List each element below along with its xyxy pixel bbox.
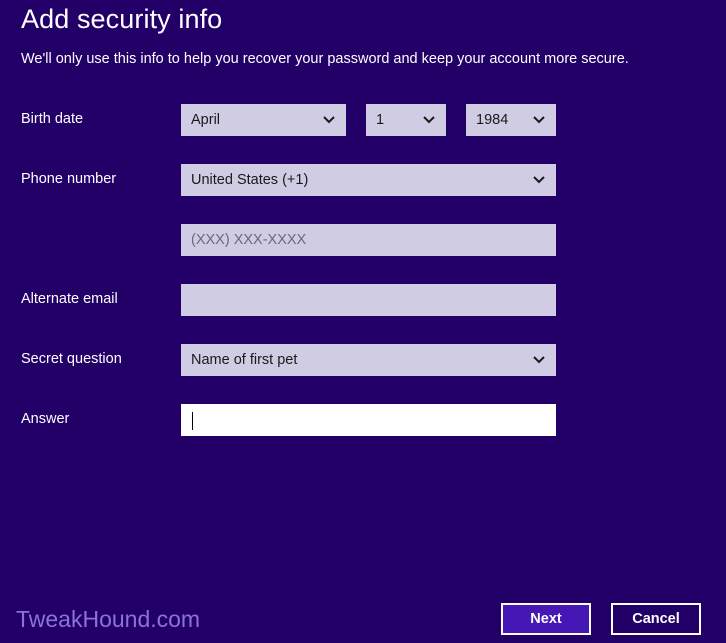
- watermark: TweakHound.com: [16, 606, 201, 632]
- phone-number-input[interactable]: (XXX) XXX-XXXX: [181, 224, 556, 256]
- secret-question-label: Secret question: [21, 351, 122, 367]
- secret-question-value: Name of first pet: [191, 352, 298, 368]
- secret-question-select[interactable]: Name of first pet: [181, 344, 556, 376]
- text-caret: [192, 412, 193, 430]
- alternate-email-label: Alternate email: [21, 291, 118, 307]
- birth-day-value: 1: [376, 112, 385, 128]
- country-code-value: United States (+1): [191, 172, 309, 188]
- birth-date-label: Birth date: [21, 111, 84, 127]
- next-button[interactable]: Next: [501, 603, 591, 635]
- country-code-select[interactable]: United States (+1): [181, 164, 556, 196]
- phone-number-label: Phone number: [21, 171, 117, 187]
- birth-month-value: April: [191, 112, 221, 128]
- phone-number-placeholder: (XXX) XXX-XXXX: [191, 232, 307, 248]
- birth-day-select[interactable]: 1: [366, 104, 446, 136]
- page-subtitle: We'll only use this info to help you rec…: [21, 51, 629, 67]
- answer-label: Answer: [21, 411, 70, 427]
- cancel-button[interactable]: Cancel: [611, 603, 701, 635]
- chevron-down-icon: [532, 104, 546, 136]
- chevron-down-icon: [422, 104, 436, 136]
- chevron-down-icon: [532, 164, 546, 196]
- birth-month-select[interactable]: April: [181, 104, 346, 136]
- chevron-down-icon: [532, 344, 546, 376]
- birth-year-select[interactable]: 1984: [466, 104, 556, 136]
- answer-input[interactable]: [181, 404, 556, 436]
- page-title: Add security info: [21, 4, 223, 34]
- chevron-down-icon: [322, 104, 336, 136]
- alternate-email-input[interactable]: [181, 284, 556, 316]
- birth-year-value: 1984: [476, 112, 509, 128]
